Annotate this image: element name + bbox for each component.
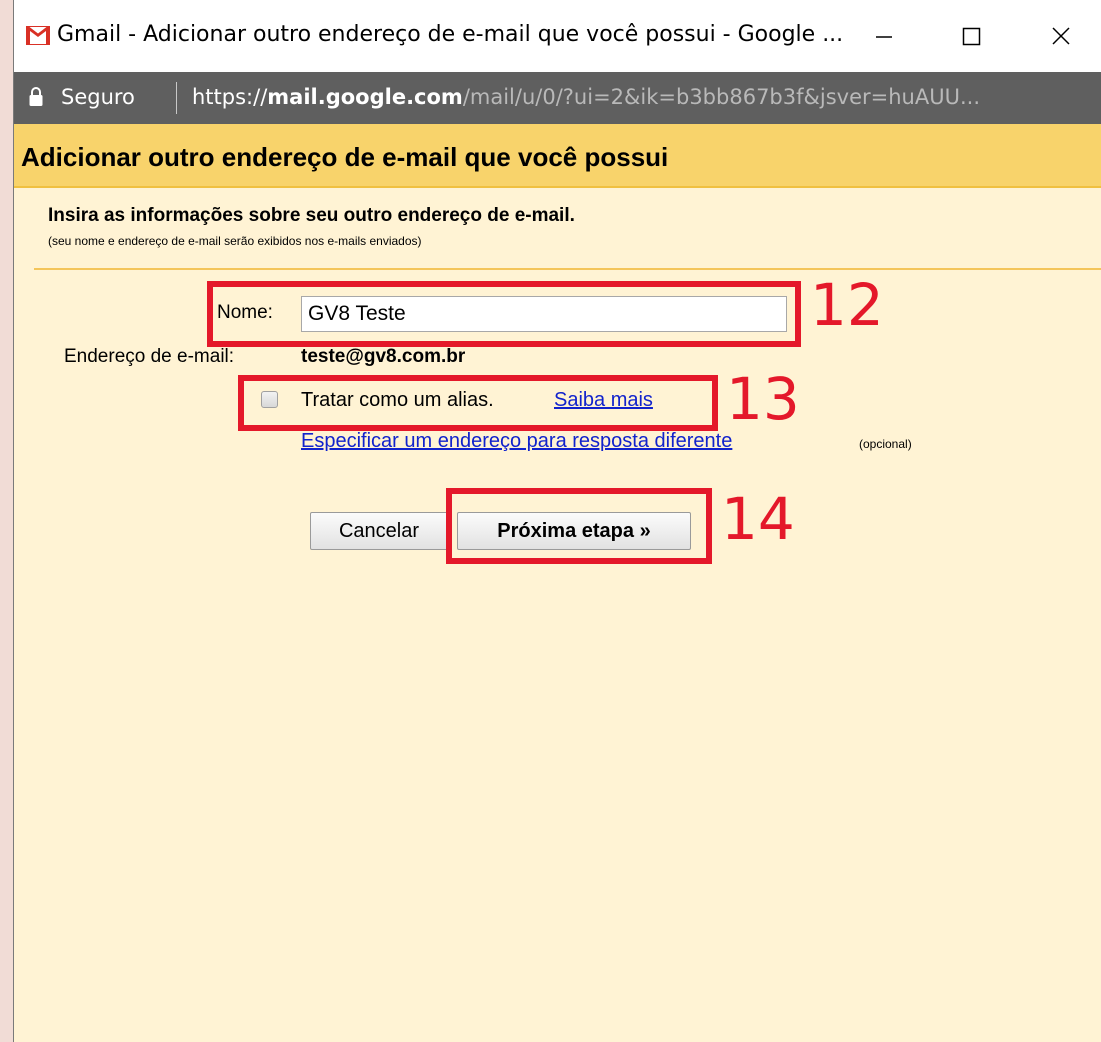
email-value: teste@gv8.com.br <box>301 346 466 367</box>
window-title: Gmail - Adicionar outro endereço de e-ma… <box>57 22 844 47</box>
url-text[interactable]: https://mail.google.com/mail/u/0/?ui=2&i… <box>192 85 980 109</box>
optional-label: (opcional) <box>859 437 912 451</box>
secure-label: Seguro <box>61 85 135 109</box>
highlight-box-name <box>207 281 801 347</box>
lock-icon <box>29 87 43 106</box>
cancel-button[interactable]: Cancelar <box>310 512 448 550</box>
annotation-number-12: 12 <box>810 271 884 339</box>
close-icon[interactable] <box>1039 14 1083 58</box>
intro-heading: Insira as informações sobre seu outro en… <box>48 205 575 226</box>
maximize-icon[interactable] <box>949 14 993 58</box>
url-host: mail.google.com <box>267 85 463 109</box>
address-bar[interactable]: Seguro https://mail.google.com/mail/u/0/… <box>14 72 1101 124</box>
annotation-number-14: 14 <box>721 485 795 553</box>
highlight-box-next <box>446 488 712 564</box>
highlight-box-alias <box>238 375 718 431</box>
divider <box>34 268 1101 270</box>
reply-to-link[interactable]: Especificar um endereço para resposta di… <box>301 430 732 453</box>
intro-subtext: (seu nome e endereço de e-mail serão exi… <box>48 234 422 248</box>
url-scheme: https:// <box>192 85 268 109</box>
annotation-number-13: 13 <box>726 365 800 433</box>
gmail-logo-icon <box>26 26 50 45</box>
minimize-icon[interactable] <box>862 14 906 58</box>
browser-popup-window: Gmail - Adicionar outro endereço de e-ma… <box>13 0 1101 1042</box>
email-label: Endereço de e-mail: <box>64 346 235 367</box>
url-path: /mail/u/0/?ui=2&ik=b3bb867b3f&jsver=huAU… <box>462 85 980 109</box>
dialog-title: Adicionar outro endereço de e-mail que v… <box>21 142 669 172</box>
title-bar: Gmail - Adicionar outro endereço de e-ma… <box>14 0 1101 72</box>
address-separator <box>176 82 177 114</box>
